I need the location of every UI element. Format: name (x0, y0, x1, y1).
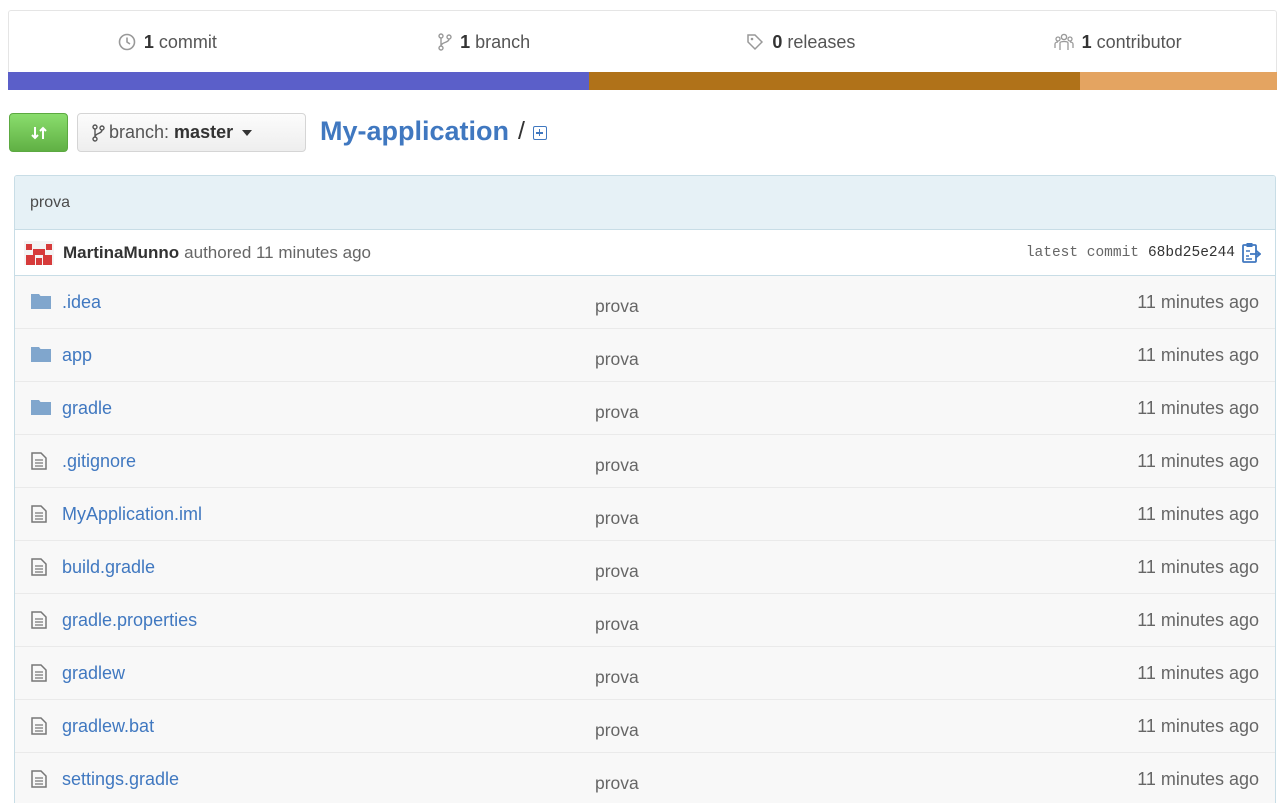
file-text-icon (31, 770, 47, 793)
file-commit-message-link[interactable]: prova (595, 773, 639, 794)
commit-sha-link[interactable]: 68bd25e244 (1148, 245, 1235, 261)
language-segment[interactable] (8, 72, 590, 90)
clipboard-icon[interactable] (1241, 242, 1261, 264)
file-commit-message-link[interactable]: prova (595, 720, 639, 741)
commit-author[interactable]: MartinaMunno (63, 243, 179, 263)
file-text-icon (31, 611, 47, 634)
history-icon (118, 33, 136, 51)
file-age: 11 minutes ago (1137, 450, 1259, 471)
chevron-down-icon (242, 129, 253, 136)
file-text-icon (31, 558, 47, 581)
branches-count: 1 (460, 31, 471, 52)
file-name-link[interactable]: settings.gradle (62, 769, 179, 790)
file-age: 11 minutes ago (1137, 768, 1259, 789)
folder-icon (31, 399, 51, 420)
branch-label: branch: (109, 122, 170, 142)
file-name-link[interactable]: gradlew.bat (62, 716, 154, 737)
organization-icon (1053, 33, 1074, 50)
compare-button[interactable] (9, 113, 68, 152)
folder-icon (31, 346, 51, 367)
releases-label: releases (787, 31, 856, 52)
file-age: 11 minutes ago (1137, 556, 1259, 577)
repo-summary-bar: 1 commit 1 branch 0 releases 1 contribut… (8, 10, 1277, 73)
contributors-stat[interactable]: 1 contributor (959, 11, 1276, 73)
file-text-icon (31, 664, 47, 687)
commits-stat[interactable]: 1 commit (9, 11, 326, 73)
file-commit-message-link[interactable]: prova (595, 614, 639, 635)
branch-selector-button[interactable]: branch: master (77, 113, 306, 152)
compare-icon (30, 126, 47, 139)
table-row[interactable]: app prova 11 minutes ago (15, 329, 1275, 382)
latest-commit-label: latest commit (1025, 244, 1139, 261)
file-table: prova MartinaMunno authored 11 minutes a… (14, 175, 1276, 803)
file-age: 11 minutes ago (1137, 503, 1259, 524)
file-name-link[interactable]: .idea (62, 292, 101, 313)
file-text-icon (31, 505, 47, 528)
file-name-link[interactable]: gradlew (62, 663, 125, 684)
branch-name: master (174, 122, 234, 142)
file-text-icon (31, 452, 47, 475)
table-row[interactable]: MyApplication.iml prova 11 minutes ago (15, 488, 1275, 541)
commits-label: commit (158, 31, 217, 52)
tag-icon (747, 34, 764, 51)
file-age: 11 minutes ago (1137, 344, 1259, 365)
table-row[interactable]: .idea prova 11 minutes ago (15, 276, 1275, 329)
branch-icon (438, 33, 452, 51)
file-commit-message-link[interactable]: prova (595, 402, 639, 423)
file-age: 11 minutes ago (1137, 715, 1259, 736)
file-commit-message-link[interactable]: prova (595, 455, 639, 476)
file-commit-message-link[interactable]: prova (595, 296, 639, 317)
repo-name-link[interactable]: My-application (320, 116, 509, 147)
commit-message-text: prova (30, 193, 71, 211)
file-age: 11 minutes ago (1137, 397, 1259, 418)
file-age: 11 minutes ago (1137, 662, 1259, 683)
branches-stat[interactable]: 1 branch (326, 11, 643, 73)
file-commit-message-link[interactable]: prova (595, 561, 639, 582)
table-row[interactable]: settings.gradle prova 11 minutes ago (15, 753, 1275, 803)
commit-meta: MartinaMunno authored 11 minutes ago lat… (15, 230, 1275, 276)
folder-icon (31, 293, 51, 314)
file-name-link[interactable]: build.gradle (62, 557, 155, 578)
file-age: 11 minutes ago (1137, 609, 1259, 630)
branch-icon (92, 123, 105, 142)
table-row[interactable]: gradlew.bat prova 11 minutes ago (15, 700, 1275, 753)
releases-stat[interactable]: 0 releases (643, 11, 960, 73)
breadcrumb-separator: / (518, 116, 525, 145)
commit-authored-time: authored 11 minutes ago (184, 242, 371, 262)
table-row[interactable]: gradle prova 11 minutes ago (15, 382, 1275, 435)
file-name-link[interactable]: app (62, 345, 92, 366)
new-file-icon[interactable] (532, 126, 547, 140)
contributors-label: contributor (1096, 31, 1182, 52)
file-list: .idea prova 11 minutes ago app prova 11 minut… (15, 276, 1275, 803)
file-age: 11 minutes ago (1137, 291, 1259, 312)
table-row[interactable]: .gitignore prova 11 minutes ago (15, 435, 1275, 488)
commit-message: prova (15, 176, 1275, 230)
commits-count: 1 (143, 31, 154, 52)
breadcrumb: My-application / (320, 114, 547, 148)
contributors-count: 1 (1081, 31, 1092, 52)
file-name-link[interactable]: gradle (62, 398, 112, 419)
table-row[interactable]: gradlew prova 11 minutes ago (15, 647, 1275, 700)
language-segment[interactable] (589, 72, 1081, 90)
file-name-link[interactable]: MyApplication.iml (62, 504, 202, 525)
language-segment[interactable] (1080, 72, 1277, 90)
avatar[interactable] (24, 240, 54, 265)
file-commit-message-link[interactable]: prova (595, 349, 639, 370)
branches-label: branch (475, 31, 531, 52)
file-name-link[interactable]: gradle.properties (62, 610, 197, 631)
file-text-icon (31, 717, 47, 740)
table-row[interactable]: build.gradle prova 11 minutes ago (15, 541, 1275, 594)
file-commit-message-link[interactable]: prova (595, 667, 639, 688)
table-row[interactable]: gradle.properties prova 11 minutes ago (15, 594, 1275, 647)
releases-count: 0 (772, 31, 783, 52)
file-commit-message-link[interactable]: prova (595, 508, 639, 529)
language-bar[interactable] (8, 72, 1277, 90)
file-name-link[interactable]: .gitignore (62, 451, 136, 472)
